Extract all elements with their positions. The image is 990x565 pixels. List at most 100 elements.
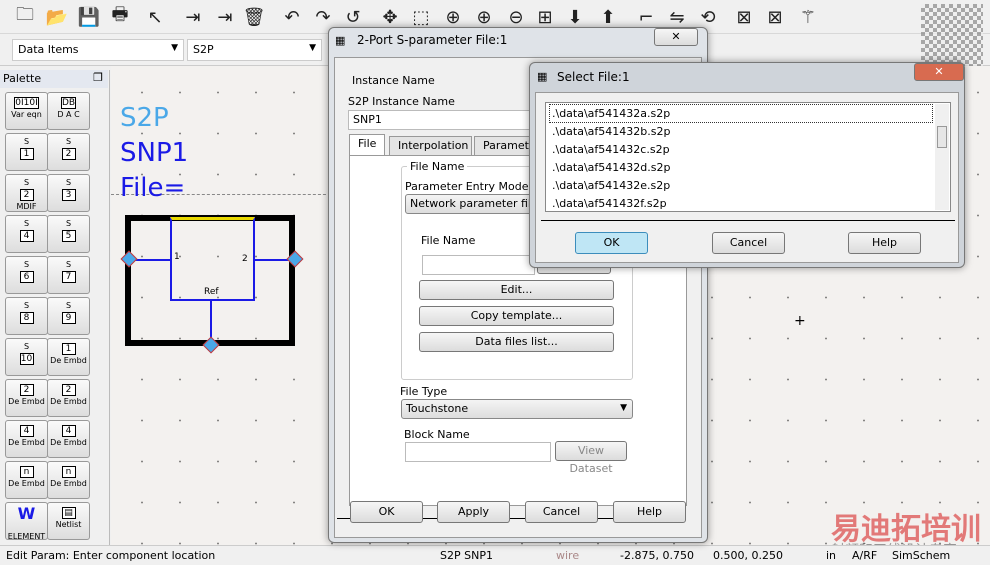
- component-combo[interactable]: S2P ▼: [187, 39, 322, 61]
- deactivate-icon[interactable]: ⊠: [731, 4, 757, 30]
- file-list-item[interactable]: .\data\af541432c.s2p: [550, 141, 670, 158]
- help-button[interactable]: Help: [848, 232, 921, 254]
- palette-item-top: S: [23, 342, 30, 351]
- undock-icon[interactable]: ❐: [93, 71, 103, 84]
- palette-item-top: S: [65, 260, 72, 269]
- insert-component2-icon[interactable]: ⇥: [212, 4, 238, 30]
- palette-item-top: S: [23, 260, 30, 269]
- palette-item-box: 8: [19, 312, 34, 324]
- palette-item[interactable]: ▤ Netlist: [47, 502, 90, 540]
- close-button[interactable]: ✕: [914, 63, 964, 81]
- palette-item[interactable]: S 2 MDIF: [5, 174, 48, 212]
- palette-item[interactable]: 2 De Embd: [5, 379, 48, 417]
- file-list-item[interactable]: .\data\af541432d.s2p: [550, 159, 670, 176]
- palette-item-bottom: De Embd: [8, 397, 45, 406]
- close-button[interactable]: ✕: [654, 28, 698, 46]
- file-type-value: Touchstone: [406, 402, 469, 415]
- palette-item[interactable]: S1: [5, 133, 48, 171]
- palette-item-top: S: [65, 219, 72, 228]
- palette-item[interactable]: 4 De Embd: [47, 420, 90, 458]
- cancel-button[interactable]: Cancel: [712, 232, 785, 254]
- palette-item[interactable]: S 10: [5, 338, 48, 376]
- palette-item[interactable]: DB D A C: [47, 92, 90, 130]
- component-combo-value: S2P: [193, 43, 214, 56]
- short-icon[interactable]: ⊠: [762, 4, 788, 30]
- apply-button[interactable]: Apply: [437, 501, 510, 523]
- palette-item[interactable]: S6: [5, 256, 48, 294]
- edit-button[interactable]: Edit...: [419, 280, 614, 300]
- scrollbar-thumb[interactable]: [937, 126, 947, 148]
- palette-item-box: 5: [61, 230, 76, 242]
- magic-wand-icon[interactable]: ⚚: [795, 4, 821, 30]
- print-icon[interactable]: 🖶: [107, 4, 133, 30]
- save-icon[interactable]: 💾: [76, 4, 102, 30]
- palette-item-box: 3: [61, 189, 76, 201]
- file-list-item[interactable]: .\data\af541432a.s2p: [549, 104, 933, 123]
- delete-icon[interactable]: 🗑: [241, 4, 267, 30]
- palette-item-box: 4: [19, 230, 34, 242]
- ok-button[interactable]: OK: [350, 501, 423, 523]
- ok-button[interactable]: OK: [575, 232, 648, 254]
- block-name-input[interactable]: [405, 442, 551, 462]
- palette-item-box: n: [19, 466, 34, 478]
- palette-item-top: W: [17, 504, 36, 523]
- library-combo[interactable]: Data Items ▼: [12, 39, 184, 61]
- palette-item-bottom: De Embd: [8, 438, 45, 447]
- file-list-item[interactable]: .\data\af541432f.s2p: [550, 195, 667, 212]
- palette-item[interactable]: S7: [47, 256, 90, 294]
- file-name-label: File Name: [421, 234, 476, 247]
- view-dataset-button[interactable]: View Dataset: [555, 441, 627, 475]
- palette-item-bottom: De Embd: [50, 356, 87, 365]
- file-list[interactable]: .\data\af541432a.s2p .\data\af541432b.s2p…: [545, 102, 951, 212]
- palette-item[interactable]: n De Embd: [5, 461, 48, 499]
- instance-name-label: Instance Name: [352, 74, 435, 87]
- palette-item[interactable]: S8: [5, 297, 48, 335]
- palette-item[interactable]: n De Embd: [47, 461, 90, 499]
- file-list-item[interactable]: .\data\af541432b.s2p: [550, 123, 670, 140]
- palette-item-box: n: [61, 466, 76, 478]
- palette-item[interactable]: 0I10I Var eqn: [5, 92, 48, 130]
- palette-header: Palette ❐: [0, 70, 108, 88]
- status-schem: SimSchem: [892, 549, 951, 562]
- palette-item[interactable]: S4: [5, 215, 48, 253]
- file-name-input[interactable]: [422, 255, 535, 275]
- palette-item[interactable]: 1 De Embd: [47, 338, 90, 376]
- palette-title: Palette: [3, 72, 42, 85]
- file-name-group-label: File Name: [407, 160, 468, 173]
- file-type-select[interactable]: Touchstone ▼: [401, 399, 633, 419]
- palette-item-box: 4: [19, 425, 34, 437]
- ref-label: Ref: [204, 287, 219, 297]
- help-button[interactable]: Help: [613, 501, 686, 523]
- palette-item-top: S: [65, 301, 72, 310]
- palette-item[interactable]: S5: [47, 215, 90, 253]
- tab-file[interactable]: File: [349, 134, 386, 156]
- data-files-list-button[interactable]: Data files list...: [419, 332, 614, 352]
- copy-template-button[interactable]: Copy template...: [419, 306, 614, 326]
- palette-item-box: 2: [61, 384, 76, 396]
- file-list-item[interactable]: .\data\af541432e.s2p: [550, 177, 670, 194]
- dialog-title: 2-Port S-parameter File:1: [357, 33, 508, 47]
- palette-item[interactable]: S3: [47, 174, 90, 212]
- palette-item[interactable]: 2 De Embd: [47, 379, 90, 417]
- undo-icon[interactable]: ↶: [279, 4, 305, 30]
- open-folder-icon[interactable]: 📂: [44, 4, 70, 30]
- palette-item[interactable]: S2: [47, 133, 90, 171]
- palette-item[interactable]: W ELEMENT: [5, 502, 48, 541]
- palette-item[interactable]: S9: [47, 297, 90, 335]
- palette-item[interactable]: 4 De Embd: [5, 420, 48, 458]
- tab-interpolation[interactable]: Interpolation: [389, 136, 472, 156]
- port2-label: 2: [242, 254, 248, 264]
- palette-item-top: S: [23, 219, 30, 228]
- cancel-button[interactable]: Cancel: [525, 501, 598, 523]
- palette-item-bottom: De Embd: [50, 479, 87, 488]
- palette-item-top: S: [65, 178, 72, 187]
- file-type-label: File Type: [400, 385, 448, 398]
- select-arrow-icon[interactable]: ↖: [142, 4, 168, 30]
- qr-code-watermark: [921, 4, 983, 66]
- select-file-dialog: ▦ Select File:1 ✕ .\data\af541432a.s2p .\…: [529, 62, 965, 268]
- scrollbar[interactable]: [935, 104, 949, 210]
- instance-label: SNP1: [120, 138, 189, 168]
- new-folder-icon[interactable]: 🗀: [12, 4, 38, 30]
- insert-component-icon[interactable]: ⇥: [180, 4, 206, 30]
- palette-item-bottom: MDIF: [16, 202, 37, 211]
